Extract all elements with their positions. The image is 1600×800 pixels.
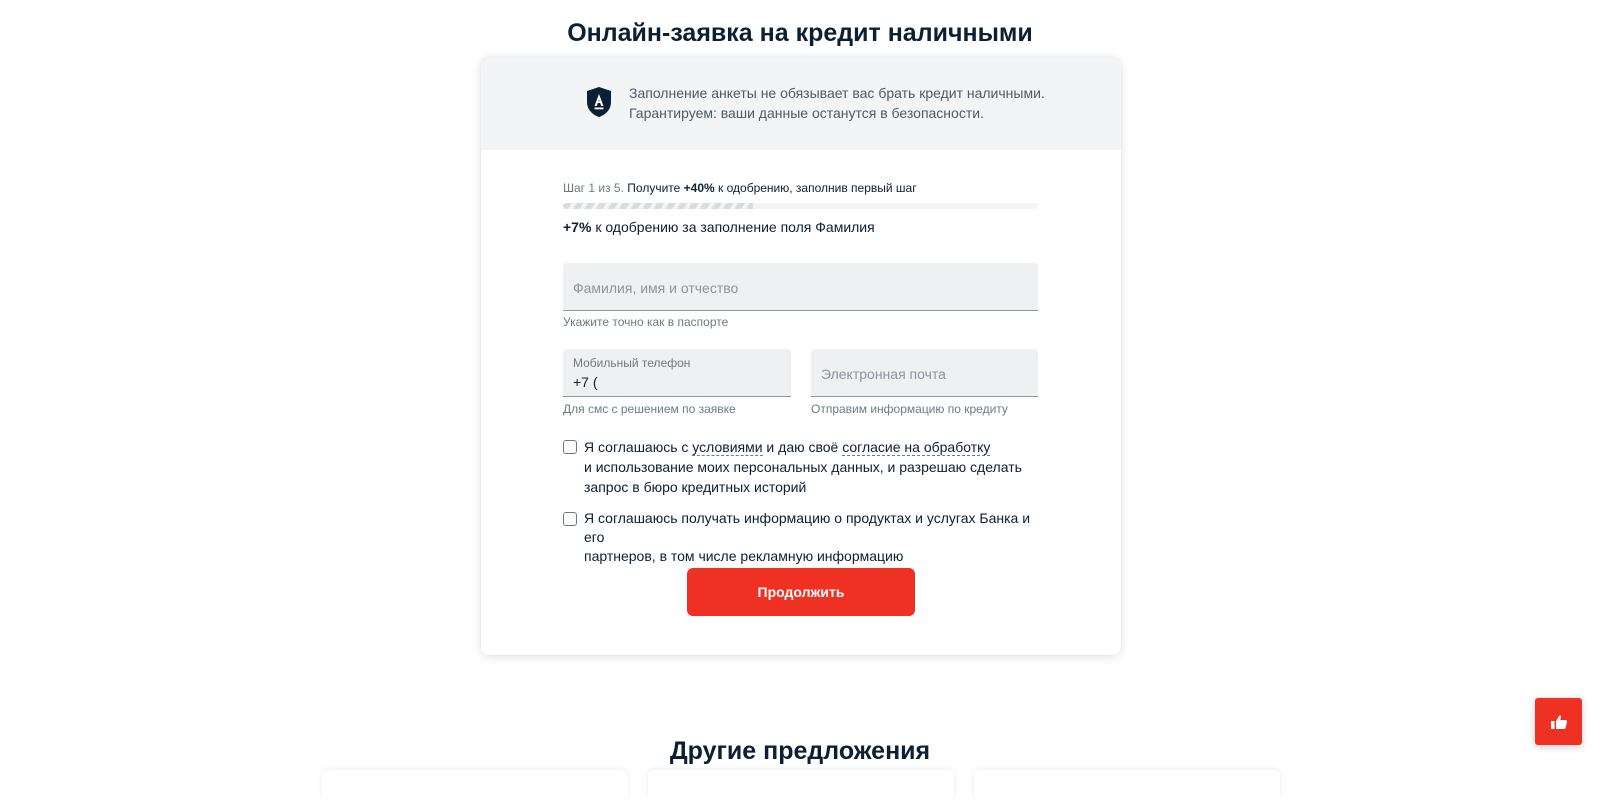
step-prefix: Получите <box>627 181 681 195</box>
offer-card[interactable] <box>322 770 628 800</box>
consent-personal-data-checkbox[interactable] <box>563 440 577 454</box>
other-offers-title: Другие предложения <box>669 736 931 765</box>
step-suffix: к одобрению, заполнив первый шаг <box>718 181 917 195</box>
consent-text-part: и даю своё <box>762 439 843 455</box>
consent-marketing-checkbox[interactable] <box>563 512 577 526</box>
step-boost: +40% <box>683 181 715 195</box>
bonus-value: +7% <box>563 219 592 235</box>
feedback-button[interactable] <box>1535 698 1582 745</box>
offer-card[interactable] <box>648 770 954 800</box>
phone-hint: Для смс с решением по заявке <box>563 402 736 416</box>
consent-marketing-text: Я соглашаюсь получать информацию о проду… <box>584 509 1043 566</box>
privacy-notice: Заполнение анкеты не обязывает вас брать… <box>481 57 1121 150</box>
thumbs-up-icon <box>1550 714 1567 729</box>
email-field[interactable] <box>811 349 1038 397</box>
continue-button[interactable]: Продолжить <box>687 568 915 616</box>
fio-hint: Укажите точно как в паспорте <box>563 315 729 329</box>
consent-personal-data: Я соглашаюсь с условиями и даю своё согл… <box>563 437 1043 497</box>
consent-text-part: Я соглашаюсь с <box>584 439 693 455</box>
progress-bar <box>563 203 1038 209</box>
fio-input[interactable] <box>573 278 1028 298</box>
offer-card[interactable] <box>974 770 1280 800</box>
progress-bar-fill <box>563 203 753 209</box>
fio-field[interactable] <box>563 263 1038 311</box>
notice-line-2: Гарантируем: ваши данные останутся в без… <box>629 105 984 121</box>
notice-text: Заполнение анкеты не обязывает вас брать… <box>629 83 1045 123</box>
consent-line-2: и использование моих персональных данных… <box>584 459 1022 475</box>
notice-line-1: Заполнение анкеты не обязывает вас брать… <box>629 85 1045 101</box>
consent-line-3: запрос в бюро кредитных историй <box>584 479 807 495</box>
shield-logo-icon <box>587 87 611 117</box>
step-indicator: Шаг 1 из 5. Получите +40% к одобрению, з… <box>563 181 917 195</box>
step-label: Шаг 1 из 5. <box>563 181 624 195</box>
marketing-line-1: Я соглашаюсь получать информацию о проду… <box>584 510 1031 545</box>
consent-marketing: Я соглашаюсь получать информацию о проду… <box>563 509 1043 566</box>
email-input[interactable] <box>821 364 1028 384</box>
phone-field[interactable]: Мобильный телефон <box>563 349 791 397</box>
terms-link[interactable]: условиями <box>692 439 763 456</box>
page-title: Онлайн-заявка на кредит наличными <box>567 18 1033 47</box>
phone-input[interactable] <box>573 373 781 391</box>
consent-personal-data-text: Я соглашаюсь с условиями и даю своё согл… <box>584 437 1022 497</box>
application-form-card: Заполнение анкеты не обязывает вас брать… <box>481 57 1121 655</box>
processing-consent-link[interactable]: согласие на обработку <box>842 439 991 456</box>
bonus-hint: +7% к одобрению за заполнение поля Фамил… <box>563 219 875 235</box>
bonus-text: к одобрению за заполнение поля Фамилия <box>595 219 875 235</box>
marketing-line-2: партнеров, в том числе рекламную информа… <box>584 548 904 564</box>
email-hint: Отправим информацию по кредиту <box>811 402 1008 416</box>
phone-label: Мобильный телефон <box>573 356 691 370</box>
